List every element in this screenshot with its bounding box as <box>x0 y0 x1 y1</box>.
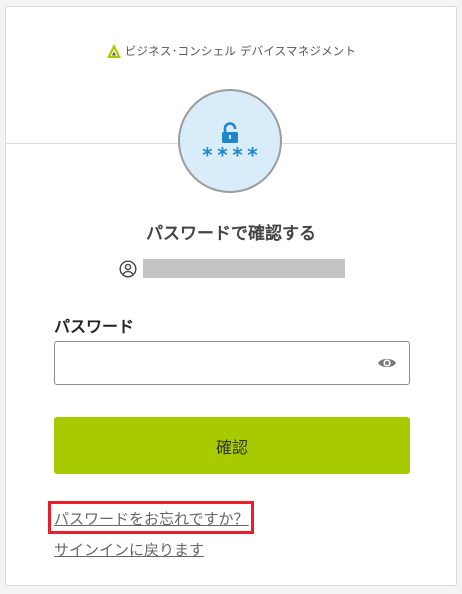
user-circle-icon <box>119 259 137 278</box>
brand-logo-icon <box>106 44 121 58</box>
account-row <box>119 259 345 278</box>
password-field[interactable] <box>54 341 410 385</box>
brand-header: ビジネス･コンシェル デバイスマネジメント <box>6 43 456 59</box>
forgot-password-link[interactable]: パスワードをお忘れですか？ <box>54 508 249 529</box>
pin-mask-text: **** <box>201 143 262 167</box>
brand-name: ビジネス･コンシェル デバイスマネジメント <box>124 44 357 58</box>
password-hero-badge: **** <box>178 89 282 193</box>
password-input[interactable] <box>55 342 365 384</box>
page-title: パスワードで確認する <box>146 224 316 244</box>
redacted-account-name <box>143 259 345 278</box>
password-label: パスワード <box>54 317 135 336</box>
eye-icon[interactable] <box>377 355 397 371</box>
back-to-signin-link[interactable]: サインインに戻ります <box>54 539 204 560</box>
unlocked-padlock-icon <box>222 122 238 143</box>
signin-card: ビジネス･コンシェル デバイスマネジメント **** パスワードで確認する パス… <box>5 6 457 586</box>
confirm-button[interactable]: 確認 <box>54 417 410 474</box>
